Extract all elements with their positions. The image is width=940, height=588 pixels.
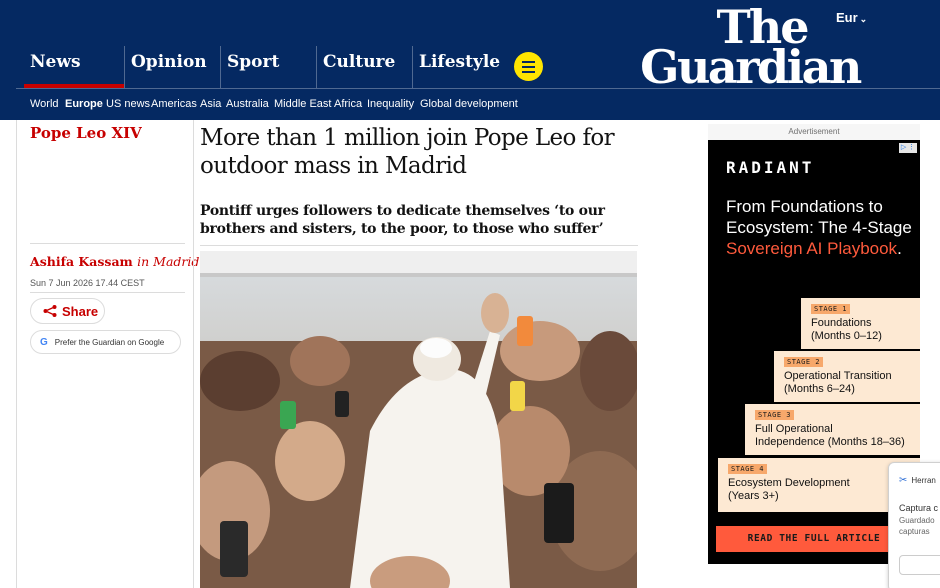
prefer-google-label: Prefer the Guardian on Google bbox=[54, 337, 165, 347]
popup-header: ✂ Herran bbox=[899, 475, 936, 486]
menu-icon-bar bbox=[522, 70, 535, 73]
subnav-asia[interactable]: Asia bbox=[200, 98, 221, 110]
dateline: Sun 7 Jun 2026 17.44 CEST bbox=[30, 278, 145, 288]
stage-subtitle: (Months 0–12) bbox=[811, 330, 882, 342]
share-button[interactable]: Share bbox=[30, 298, 105, 324]
popup-message-line: Guardado bbox=[899, 516, 935, 525]
notification-popup[interactable]: ✂ Herran Captura c Guardado capturas bbox=[888, 462, 940, 588]
left-divider bbox=[16, 120, 17, 588]
pillar-opinion[interactable]: Opinion bbox=[124, 46, 220, 88]
author-location: in Madrid bbox=[137, 254, 200, 269]
subnav-middle-east[interactable]: Middle East bbox=[274, 98, 331, 110]
pillar-news[interactable]: News bbox=[24, 46, 124, 88]
ad-copy: From Foundations to Ecosystem: The 4-Sta… bbox=[726, 196, 916, 259]
menu-icon-bar bbox=[522, 65, 535, 68]
pillar-opinion-label: Opinion bbox=[131, 52, 207, 72]
subnav-global-development[interactable]: Global development bbox=[420, 98, 518, 110]
stage-tag: STAGE 4 bbox=[728, 464, 768, 474]
subnav-world[interactable]: World bbox=[30, 98, 59, 110]
pillar-sport[interactable]: Sport bbox=[220, 46, 316, 88]
logo-guardian: Guardian bbox=[640, 40, 862, 94]
menu-icon bbox=[522, 60, 535, 63]
ad-copy-plain: From Foundations to Ecosystem: The 4-Sta… bbox=[726, 197, 912, 237]
headline: More than 1 million join Pope Leo for ou… bbox=[200, 125, 615, 179]
subnav-africa[interactable]: Africa bbox=[334, 98, 362, 110]
ad-copy-highlight: Sovereign AI Playbook bbox=[726, 239, 898, 258]
pillar-culture[interactable]: Culture bbox=[316, 46, 412, 88]
ad-stage-3: STAGE 3 Full Operational Independence (M… bbox=[745, 404, 920, 455]
byline-divider bbox=[30, 243, 185, 244]
subnav-australia[interactable]: Australia bbox=[226, 98, 269, 110]
pillar-sport-label: Sport bbox=[227, 52, 280, 72]
article-photo[interactable] bbox=[200, 251, 637, 588]
prefer-google-button[interactable]: G Prefer the Guardian on Google bbox=[30, 330, 181, 354]
subnav-europe[interactable]: Europe bbox=[65, 98, 103, 110]
share-icon bbox=[43, 305, 57, 317]
google-icon: G bbox=[40, 336, 48, 348]
stage-tag: STAGE 1 bbox=[811, 304, 851, 314]
snipping-tool-icon: ✂ bbox=[899, 475, 908, 486]
standfirst: Pontiff urges followers to dedicate them… bbox=[200, 203, 605, 237]
stage-title: Foundations bbox=[811, 317, 872, 329]
subnav-americas[interactable]: Americas bbox=[151, 98, 197, 110]
photo-illustration bbox=[200, 251, 637, 588]
stage-subtitle: Independence (Months 18–36) bbox=[755, 436, 905, 448]
adchoices-icon[interactable]: ▷ ⋮ bbox=[899, 143, 917, 153]
subnav-inequality[interactable]: Inequality bbox=[367, 98, 414, 110]
byline: Ashifa Kassam in Madrid bbox=[30, 254, 199, 269]
popup-message-title: Captura c bbox=[899, 503, 939, 513]
subnav-us-news[interactable]: US news bbox=[106, 98, 150, 110]
photo-divider bbox=[200, 245, 638, 246]
ad-label: Advertisement bbox=[708, 124, 920, 140]
ad-copy-end: . bbox=[897, 239, 902, 258]
guardian-logo[interactable]: The Guardian bbox=[632, 4, 868, 90]
ad-brand: RADIANT bbox=[726, 158, 815, 177]
section-tag[interactable]: Pope Leo XIV bbox=[30, 124, 142, 142]
stage-title: Operational Transition bbox=[784, 370, 892, 382]
meta-divider bbox=[30, 292, 185, 293]
masthead: Eur ⌄ The Guardian News Opinion Sport Cul… bbox=[0, 0, 940, 120]
ad-stage-1: STAGE 1 Foundations (Months 0–12) bbox=[801, 298, 920, 349]
stage-tag: STAGE 3 bbox=[755, 410, 795, 420]
pillar-news-label: News bbox=[30, 52, 81, 72]
ad-stage-2: STAGE 2 Operational Transition (Months 6… bbox=[774, 351, 920, 402]
popup-message-line: capturas bbox=[899, 527, 930, 536]
menu-button[interactable] bbox=[514, 52, 543, 81]
popup-action-button[interactable] bbox=[899, 555, 940, 575]
author-name[interactable]: Ashifa Kassam bbox=[30, 254, 133, 269]
stage-title: Full Operational bbox=[755, 423, 833, 435]
popup-title: Herran bbox=[911, 476, 936, 485]
subnav: World Europe US news Americas Asia Austr… bbox=[16, 88, 940, 120]
pillar-lifestyle[interactable]: Lifestyle bbox=[412, 46, 508, 88]
stage-subtitle: (Months 6–24) bbox=[784, 383, 855, 395]
stage-tag: STAGE 2 bbox=[784, 357, 824, 367]
pillar-lifestyle-label: Lifestyle bbox=[419, 52, 501, 72]
pillar-culture-label: Culture bbox=[323, 52, 396, 72]
share-label: Share bbox=[62, 303, 99, 319]
ad-cta-button[interactable]: READ THE FULL ARTICLE bbox=[716, 526, 912, 552]
column-divider bbox=[193, 120, 194, 588]
